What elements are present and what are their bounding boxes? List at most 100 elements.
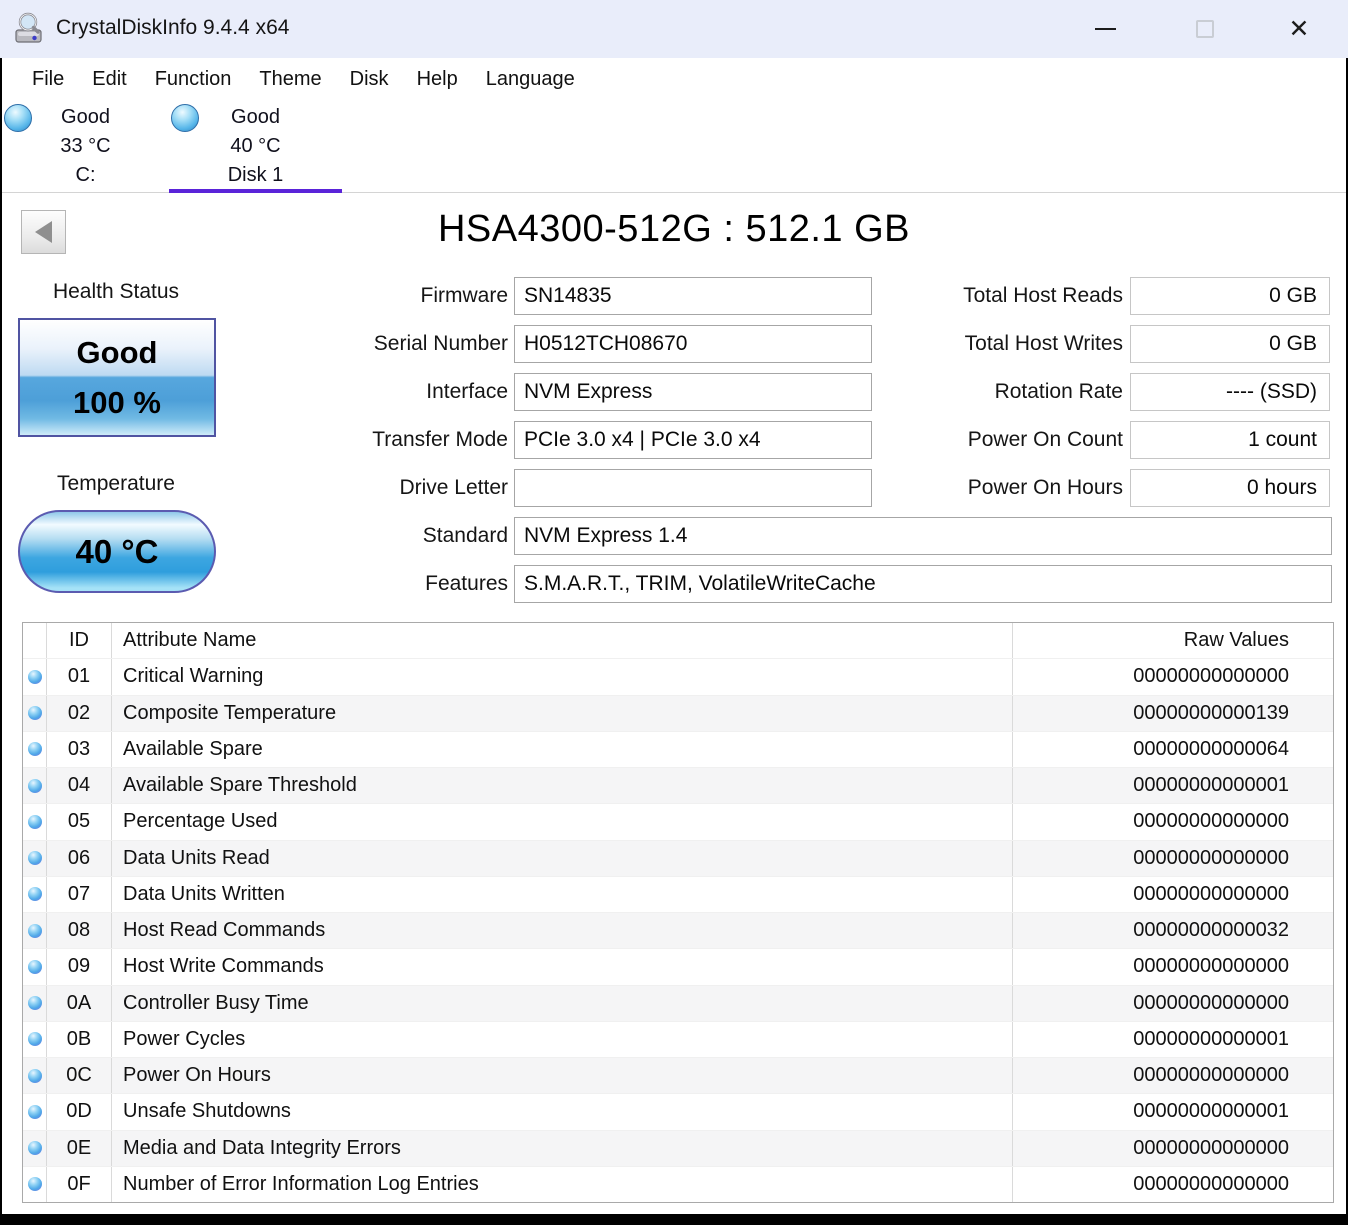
id-column-header: ID [47,623,112,659]
disk-tab-c[interactable]: Good 33 °C C: [2,100,169,193]
smart-attribute-row[interactable]: 03 Available Spare 00000000000064 [23,731,1333,768]
status-dot-cell [23,876,47,912]
field-value-interface: NVM Express [514,373,872,411]
good-status-dot-icon [27,923,42,938]
field-value-standard: NVM Express 1.4 [514,517,1332,555]
smart-attribute-row[interactable]: 08 Host Read Commands 00000000000032 [23,913,1333,950]
attribute-name: Data Units Read [112,840,1013,876]
smart-table: ID Attribute Name Raw Values 01 Critical … [22,622,1334,1203]
main-panel: HSA4300-512G : 512.1 GB Health Status Go… [0,194,1348,1214]
attribute-id: 04 [47,768,112,804]
minimize-button[interactable] [1082,0,1128,58]
temperature-value: 40 °C [75,532,159,570]
attribute-name: Media and Data Integrity Errors [112,1130,1013,1166]
status-dot-cell [23,949,47,985]
menu-item-disk[interactable]: Disk [336,58,403,100]
attribute-name: Host Read Commands [112,913,1013,949]
status-dot-cell [23,1130,47,1166]
attribute-id: 0E [47,1130,112,1166]
menu-item-function[interactable]: Function [141,58,246,100]
smart-attribute-row[interactable]: 0C Power On Hours 00000000000000 [23,1058,1333,1095]
attribute-name: Data Units Written [112,876,1013,912]
status-dot-cell [23,913,47,949]
attribute-id: 0C [47,1058,112,1094]
attribute-id: 0D [47,1094,112,1130]
field-value-firmware: SN14835 [514,277,872,315]
smart-attribute-row[interactable]: 07 Data Units Written 00000000000000 [23,876,1333,913]
smart-attribute-row[interactable]: 09 Host Write Commands 00000000000000 [23,949,1333,986]
smart-attribute-row[interactable]: 06 Data Units Read 00000000000000 [23,840,1333,877]
attribute-id: 05 [47,804,112,840]
good-status-dot-icon [27,1068,42,1083]
attribute-name: Number of Error Information Log Entries [112,1166,1013,1202]
attribute-id: 01 [47,659,112,695]
attribute-id: 0A [47,985,112,1021]
smart-attribute-row[interactable]: 0D Unsafe Shutdowns 00000000000001 [23,1094,1333,1131]
good-status-dot-icon [27,1032,42,1047]
disk-tab-disk-1[interactable]: Good 40 °C Disk 1 [169,100,342,193]
attribute-raw-value: 00000000000000 [1133,846,1289,869]
good-status-dot-icon [27,742,42,757]
drive-title: HSA4300-512G : 512.1 GB [437,208,910,250]
attribute-name: Host Write Commands [112,949,1013,985]
field-value-total-host-writes: 0 GB [1130,325,1330,363]
good-status-dot-icon [27,996,42,1011]
close-button[interactable]: ✕ [1276,0,1322,58]
health-status-button[interactable]: Good 100 % [18,318,216,437]
status-dot-cell [23,1058,47,1094]
menu-item-help[interactable]: Help [403,58,472,100]
menu-item-language[interactable]: Language [472,58,589,100]
field-label-drive-letter: Drive Letter [399,476,508,499]
field-label-total-host-reads: Total Host Reads [963,284,1123,307]
field-value-rotation-rate: ---- (SSD) [1130,373,1330,411]
attribute-raw-value: 00000000000001 [1133,1100,1289,1123]
attribute-raw-value: 00000000000000 [1133,810,1289,833]
field-value-power-on-count: 1 count [1130,421,1330,459]
good-status-dot-icon [27,887,42,902]
field-value-features: S.M.A.R.T., TRIM, VolatileWriteCache [514,565,1332,603]
menu-item-file[interactable]: File [18,58,78,100]
field-label-firmware: Firmware [420,284,509,307]
attribute-id: 06 [47,840,112,876]
field-label-serial-number: Serial Number [373,332,508,355]
status-dot-cell [23,804,47,840]
attribute-id: 0B [47,1021,112,1057]
attribute-id: 07 [47,876,112,912]
smart-attribute-row[interactable]: 0B Power Cycles 00000000000001 [23,1021,1333,1058]
smart-attribute-row[interactable]: 05 Percentage Used 00000000000000 [23,804,1333,841]
window-border-bottom [0,1214,1348,1225]
status-dot-cell [23,1094,47,1130]
window-title: CrystalDiskInfo 9.4.4 x64 [56,16,290,39]
attribute-raw-value: 00000000000000 [1133,991,1289,1014]
smart-attribute-row[interactable]: 01 Critical Warning 00000000000000 [23,659,1333,696]
status-dot-cell [23,840,47,876]
health-status-value: Good [76,334,158,370]
good-status-dot-icon [27,706,42,721]
status-dot-cell [23,695,47,731]
good-status-dot-icon [27,851,42,866]
attribute-name: Critical Warning [112,659,1013,695]
smart-attribute-row[interactable]: 04 Available Spare Threshold 0000000000000… [23,768,1333,805]
temperature-button[interactable]: 40 °C [18,510,216,593]
status-dot-cell [23,659,47,695]
field-label-power-on-hours: Power On Hours [967,476,1123,499]
maximize-button[interactable] [1182,0,1228,58]
smart-attribute-row[interactable]: 02 Composite Temperature 00000000000139 [23,695,1333,732]
smart-attribute-row[interactable]: 0E Media and Data Integrity Errors 0000000… [23,1130,1333,1167]
disk-tab-name: C: [75,164,96,186]
attribute-name: Available Spare Threshold [112,768,1013,804]
good-status-dot-icon [27,1141,42,1156]
menu-item-theme[interactable]: Theme [245,58,335,100]
attribute-raw-value: 00000000000139 [1133,701,1289,724]
field-label-standard: Standard [422,524,508,547]
status-dot-cell [23,768,47,804]
health-percent-value: 100 % [73,384,161,420]
disk-status-orb-icon [171,104,199,132]
smart-attribute-row[interactable]: 0F Number of Error Information Log Entrie… [23,1166,1333,1202]
status-dot-cell [23,731,47,767]
menu-item-edit[interactable]: Edit [78,58,140,100]
attribute-raw-value: 00000000000000 [1133,1172,1289,1195]
smart-attribute-row[interactable]: 0A Controller Busy Time 00000000000000 [23,985,1333,1022]
field-label-total-host-writes: Total Host Writes [964,332,1123,355]
field-label-interface: Interface [426,380,508,403]
